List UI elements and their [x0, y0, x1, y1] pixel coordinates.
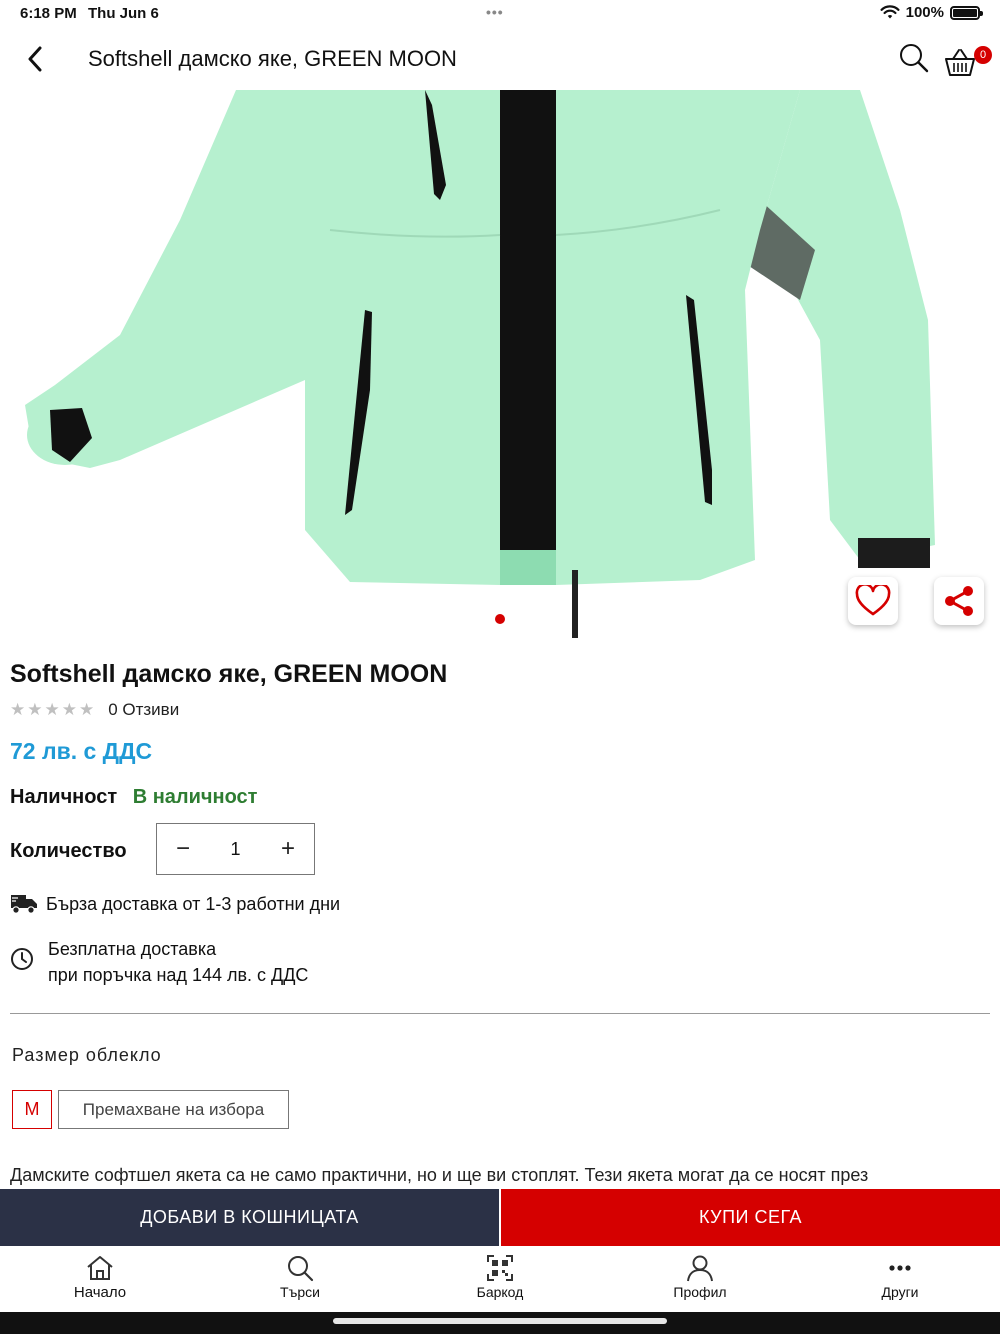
- fast-delivery-info: Бърза доставка от 1-3 работни дни: [10, 893, 340, 915]
- wifi-icon: [880, 5, 900, 19]
- favorite-button[interactable]: [848, 577, 898, 625]
- tab-barcode[interactable]: Баркод: [400, 1246, 600, 1312]
- page-title: Softshell дамско яке, GREEN MOON: [88, 46, 457, 71]
- cart-count-badge: 0: [974, 46, 992, 64]
- share-button[interactable]: [934, 577, 984, 625]
- tab-search[interactable]: Търси: [200, 1246, 400, 1312]
- product-price: 72 лв. с ДДС: [10, 738, 153, 764]
- basket-icon: [945, 49, 975, 76]
- more-icon: [884, 1254, 916, 1282]
- multitasking-dots-icon[interactable]: •••: [486, 4, 504, 20]
- availability-row: Наличност В наличност: [10, 786, 257, 809]
- free-delivery-title: Безплатна доставка: [48, 939, 217, 959]
- quantity-value[interactable]: 1: [230, 839, 240, 860]
- tab-more[interactable]: Други: [800, 1246, 1000, 1312]
- share-icon: [945, 586, 973, 616]
- availability-status: В наличност: [132, 786, 258, 808]
- tab-bar: Начало Търси Баркод Профил Други: [0, 1246, 1000, 1312]
- tab-profile[interactable]: Профил: [600, 1246, 800, 1312]
- status-date: Thu Jun 6: [88, 5, 159, 22]
- home-icon: [84, 1254, 116, 1282]
- quantity-label: Количество: [10, 840, 127, 862]
- search-icon: [284, 1254, 316, 1282]
- product-title: Softshell дамско яке, GREEN MOON: [10, 660, 448, 688]
- cart-button[interactable]: 0: [944, 46, 992, 84]
- qr-code-icon: [484, 1254, 516, 1282]
- section-divider: [10, 1013, 990, 1014]
- battery-icon: [950, 5, 983, 20]
- delivery-truck-icon: [11, 895, 37, 914]
- clear-selection-button[interactable]: Премахване на избора: [58, 1090, 289, 1129]
- status-time: 6:18 PM: [20, 5, 77, 22]
- status-bar: 6:18 PM Thu Jun 6 ••• 100%: [0, 0, 1000, 28]
- back-button[interactable]: [18, 42, 52, 76]
- search-button[interactable]: [898, 42, 934, 78]
- tab-more-label: Други: [881, 1284, 919, 1300]
- carousel-dot-active[interactable]: [495, 614, 505, 624]
- free-delivery-info: Безплатна доставка при поръчка над 144 л…: [10, 936, 308, 988]
- search-icon: [900, 44, 929, 73]
- product-description: Дамските софтшел якета са не само практи…: [10, 1165, 869, 1185]
- size-option-m[interactable]: M: [12, 1090, 52, 1129]
- tab-profile-label: Профил: [673, 1284, 727, 1300]
- status-indicators: 100%: [880, 4, 983, 21]
- home-indicator[interactable]: [333, 1318, 667, 1324]
- chevron-left-icon: [28, 46, 42, 72]
- size-label: Размер облекло: [12, 1045, 162, 1065]
- heart-icon: [855, 585, 891, 616]
- clock-icon: [11, 948, 33, 970]
- rating-row[interactable]: ★★★★★ 0 Отзиви: [10, 700, 179, 720]
- quantity-decrease-button[interactable]: −: [173, 837, 193, 861]
- availability-label: Наличност: [10, 786, 118, 808]
- quantity-increase-button[interactable]: +: [278, 837, 298, 861]
- tab-search-label: Търси: [280, 1284, 320, 1300]
- buy-now-button[interactable]: КУПИ СЕГА: [501, 1189, 1000, 1246]
- quantity-stepper: − 1 +: [156, 823, 315, 875]
- tab-home[interactable]: Начало: [0, 1246, 200, 1312]
- fast-delivery-text: Бърза доставка от 1-3 работни дни: [46, 893, 341, 914]
- navigation-bar: Softshell дамско яке, GREEN MOON 0: [0, 28, 1000, 90]
- reviews-count[interactable]: 0 Отзиви: [108, 700, 179, 720]
- tab-home-label: Начало: [73, 1284, 127, 1301]
- product-image[interactable]: [0, 90, 1000, 640]
- rating-stars: ★★★★★: [10, 700, 97, 719]
- battery-percentage: 100%: [905, 4, 944, 21]
- profile-icon: [684, 1254, 716, 1282]
- add-to-cart-button[interactable]: ДОБАВИ В КОШНИЦАТА: [0, 1189, 499, 1246]
- tab-barcode-label: Баркод: [476, 1284, 524, 1300]
- jacket-illustration: [25, 90, 935, 638]
- free-delivery-condition: при поръчка над 144 лв. с ДДС: [48, 965, 309, 985]
